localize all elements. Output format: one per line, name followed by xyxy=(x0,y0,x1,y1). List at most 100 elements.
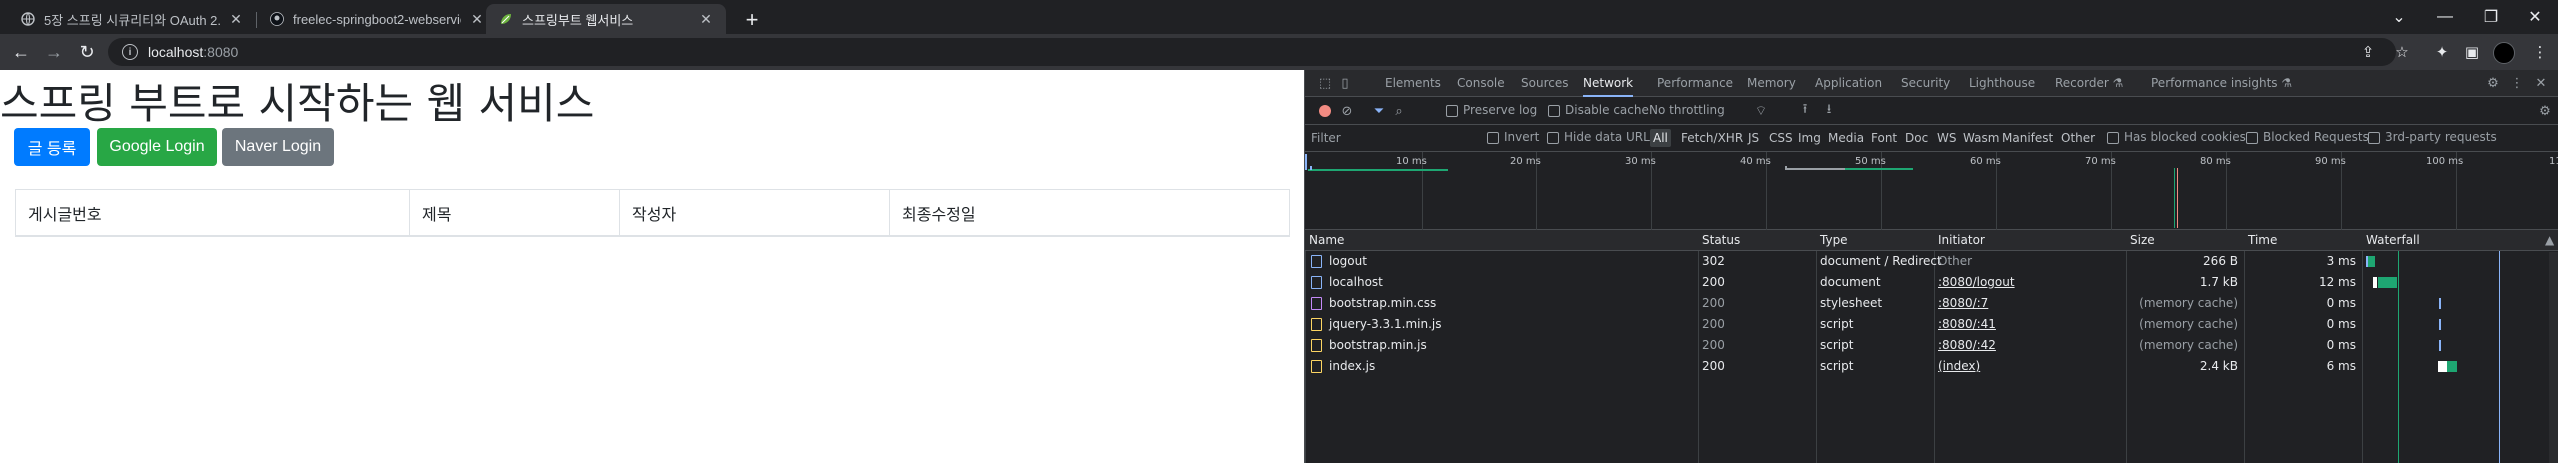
request-initiator-link[interactable]: :8080/logout xyxy=(1934,272,2126,293)
reload-icon[interactable]: ↻ xyxy=(75,40,99,64)
preserve-log-checkbox[interactable] xyxy=(1446,105,1458,117)
throttling-select[interactable]: No throttling xyxy=(1649,103,1725,117)
table-row[interactable]: logout 302 document / Redirect Other 266… xyxy=(1305,251,2558,272)
back-arrow-icon[interactable]: ← xyxy=(9,40,33,64)
waterfall-bar xyxy=(2368,256,2375,267)
close-icon[interactable]: ✕ xyxy=(469,11,485,27)
info-icon[interactable]: i xyxy=(122,44,138,60)
record-icon[interactable] xyxy=(1319,105,1331,117)
inspect-element-icon[interactable]: ⬚ xyxy=(1317,75,1333,91)
tab-lighthouse[interactable]: Lighthouse xyxy=(1969,70,2035,97)
request-name: index.js xyxy=(1329,359,1376,373)
network-request-table: Name Status Type Initiator Size Time Wat… xyxy=(1305,230,2558,463)
filter-icon[interactable]: ⏷ xyxy=(1371,103,1387,119)
script-icon xyxy=(1311,318,1322,331)
request-initiator-link[interactable]: :8080/:7 xyxy=(1934,293,2126,314)
table-row[interactable]: localhost 200 document :8080/logout 1.7 … xyxy=(1305,272,2558,293)
tab-elements[interactable]: Elements xyxy=(1385,70,1441,97)
table-row[interactable]: index.js 200 script (index) 2.4 kB 6 ms xyxy=(1305,356,2558,377)
side-panel-icon[interactable]: ▣ xyxy=(2462,42,2482,62)
column-type[interactable]: Type xyxy=(1816,230,1934,251)
invert-checkbox[interactable] xyxy=(1487,132,1499,144)
table-row[interactable]: jquery-3.3.1.min.js 200 script :8080/:41… xyxy=(1305,314,2558,335)
tab-recorder[interactable]: Recorder ⚗ xyxy=(2055,70,2123,97)
filter-type-manifest[interactable]: Manifest xyxy=(2002,129,2053,147)
table-row[interactable]: bootstrap.min.css 200 stylesheet :8080/:… xyxy=(1305,293,2558,314)
column-initiator[interactable]: Initiator xyxy=(1934,230,2126,251)
filter-type-img[interactable]: Img xyxy=(1798,129,1821,147)
network-conditions-icon[interactable]: ⌔ xyxy=(1753,103,1769,119)
settings-gear-icon[interactable]: ⚙ xyxy=(2485,75,2501,91)
download-icon[interactable]: ⭳ xyxy=(1821,102,1837,119)
filter-type-all[interactable]: All xyxy=(1650,129,1671,147)
script-icon xyxy=(1311,339,1322,352)
clear-icon[interactable]: ⊘ xyxy=(1339,103,1355,119)
star-icon[interactable]: ☆ xyxy=(2392,42,2412,62)
page-title: 스프링 부트로 시작하는 웹 서비스 xyxy=(0,79,595,128)
request-initiator-link[interactable]: :8080/:42 xyxy=(1934,335,2126,356)
browser-tab-spring-webservice[interactable]: 스프링부트 웹서비스 ✕ xyxy=(486,4,726,34)
window-close-button[interactable]: ✕ xyxy=(2512,0,2558,34)
more-options-icon[interactable]: ⋮ xyxy=(2509,75,2525,91)
filter-type-doc[interactable]: Doc xyxy=(1905,129,1928,147)
disable-cache-checkbox[interactable] xyxy=(1548,105,1560,117)
close-icon[interactable]: ✕ xyxy=(2533,75,2549,91)
tab-sources[interactable]: Sources xyxy=(1521,70,1568,97)
tab-console[interactable]: Console xyxy=(1457,70,1505,97)
column-status[interactable]: Status xyxy=(1698,230,1816,251)
devtools-tab-bar: ⬚ ▯ Elements Console Sources Network Per… xyxy=(1305,70,2558,97)
address-bar[interactable]: i localhost :8080 xyxy=(108,38,2396,66)
filter-type-other[interactable]: Other xyxy=(2061,129,2095,147)
device-toolbar-icon[interactable]: ▯ xyxy=(1337,75,1353,91)
scrollbar[interactable] xyxy=(2549,252,2558,463)
filter-type-js[interactable]: JS xyxy=(1748,129,1759,147)
upload-icon[interactable]: ⭱ xyxy=(1797,102,1813,119)
close-icon[interactable]: ✕ xyxy=(228,11,244,27)
restore-button[interactable]: ❐ xyxy=(2468,0,2514,34)
tab-performance[interactable]: Performance xyxy=(1657,70,1733,97)
forward-arrow-icon[interactable]: → xyxy=(42,40,66,64)
request-initiator-link[interactable]: :8080/:41 xyxy=(1934,314,2126,335)
table-row[interactable]: bootstrap.min.js 200 script :8080/:42 (m… xyxy=(1305,335,2558,356)
blocked-requests-checkbox[interactable] xyxy=(2246,132,2258,144)
chevron-down-icon[interactable]: ⌄ xyxy=(2376,0,2422,34)
google-login-button[interactable]: Google Login xyxy=(97,128,217,166)
filter-input[interactable]: Filter xyxy=(1307,128,1477,148)
hide-data-urls-checkbox[interactable] xyxy=(1547,132,1559,144)
filter-type-fetch-xhr[interactable]: Fetch/XHR xyxy=(1681,129,1743,147)
has-blocked-cookies-checkbox[interactable] xyxy=(2107,132,2119,144)
tab-application[interactable]: Application xyxy=(1815,70,1882,97)
request-name: bootstrap.min.js xyxy=(1329,338,1427,352)
minimize-button[interactable]: — xyxy=(2422,0,2468,34)
filter-type-media[interactable]: Media xyxy=(1828,129,1864,147)
more-menu-icon[interactable]: ⋮ xyxy=(2530,42,2550,62)
search-icon[interactable]: ⌕ xyxy=(1391,103,1407,119)
browser-tab-github[interactable]: freelec-springboot2-webservice/ ✕ xyxy=(257,4,497,34)
avatar[interactable] xyxy=(2493,42,2515,64)
tab-network[interactable]: Network xyxy=(1583,70,1634,97)
tab-memory[interactable]: Memory xyxy=(1747,70,1796,97)
naver-login-button[interactable]: Naver Login xyxy=(222,128,334,166)
share-icon[interactable]: ⇪ xyxy=(2358,42,2378,62)
document-icon xyxy=(1311,255,1322,268)
settings-gear-icon[interactable]: ⚙ xyxy=(2537,103,2553,119)
column-time[interactable]: Time xyxy=(2244,230,2362,251)
close-icon[interactable]: ✕ xyxy=(698,11,714,27)
third-party-requests-checkbox[interactable] xyxy=(2368,132,2380,144)
column-size[interactable]: Size xyxy=(2126,230,2244,251)
write-post-button[interactable]: 글 등록 xyxy=(14,128,90,166)
filter-type-ws[interactable]: WS xyxy=(1937,129,1956,147)
browser-tab-oauth[interactable]: 5장 스프링 시큐리티와 OAuth 2.0 ✕ xyxy=(8,4,256,34)
filter-type-css[interactable]: CSS xyxy=(1769,129,1793,147)
sort-arrow-icon[interactable]: ▲ xyxy=(2541,230,2558,251)
filter-type-wasm[interactable]: Wasm xyxy=(1963,129,1999,147)
new-tab-button[interactable]: + xyxy=(738,6,766,34)
tab-performance-insights[interactable]: Performance insights ⚗ xyxy=(2151,70,2292,97)
tab-security[interactable]: Security xyxy=(1901,70,1950,97)
extensions-icon[interactable]: ✦ xyxy=(2432,42,2452,62)
column-name[interactable]: Name xyxy=(1305,230,1698,251)
column-waterfall[interactable]: Waterfall xyxy=(2362,230,2542,251)
filter-type-font[interactable]: Font xyxy=(1871,129,1897,147)
network-overview-timeline[interactable]: 10 ms 20 ms 30 ms 40 ms 50 ms 60 ms 70 m… xyxy=(1305,152,2558,230)
request-initiator-link[interactable]: (index) xyxy=(1934,356,2126,377)
